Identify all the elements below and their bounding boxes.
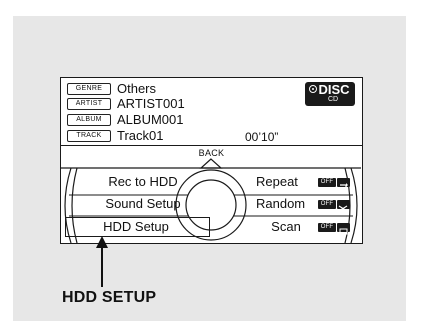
menu-item-rec-to-hdd[interactable]: Rec to HDD <box>83 174 203 190</box>
menu-item-hdd-setup[interactable]: HDD Setup <box>76 219 196 235</box>
random-state: OFF <box>318 199 336 209</box>
callout-label: HDD SETUP <box>62 289 157 306</box>
scan-label: Scan <box>271 219 301 234</box>
repeat-label: Repeat <box>256 174 298 189</box>
repeat-icon <box>337 177 350 189</box>
back-arrow-icon[interactable] <box>199 158 223 169</box>
repeat-state: OFF <box>318 177 336 187</box>
callout-line <box>101 243 103 287</box>
scan-icon <box>337 222 350 234</box>
menu-item-sound-setup[interactable]: Sound Setup <box>83 196 203 212</box>
scan-state: OFF <box>318 222 336 232</box>
manual-figure: GENRE Others ARTIST ARTIST001 ALBUM ALBU… <box>0 0 421 329</box>
menu-item-random[interactable]: Random OFF <box>256 196 350 212</box>
shuffle-icon <box>337 199 350 212</box>
menu-item-repeat[interactable]: Repeat OFF <box>256 174 350 190</box>
menu-item-scan[interactable]: Scan OFF <box>256 219 350 235</box>
random-label: Random <box>256 196 306 211</box>
audio-display-screen: GENRE Others ARTIST ARTIST001 ALBUM ALBU… <box>60 77 363 244</box>
